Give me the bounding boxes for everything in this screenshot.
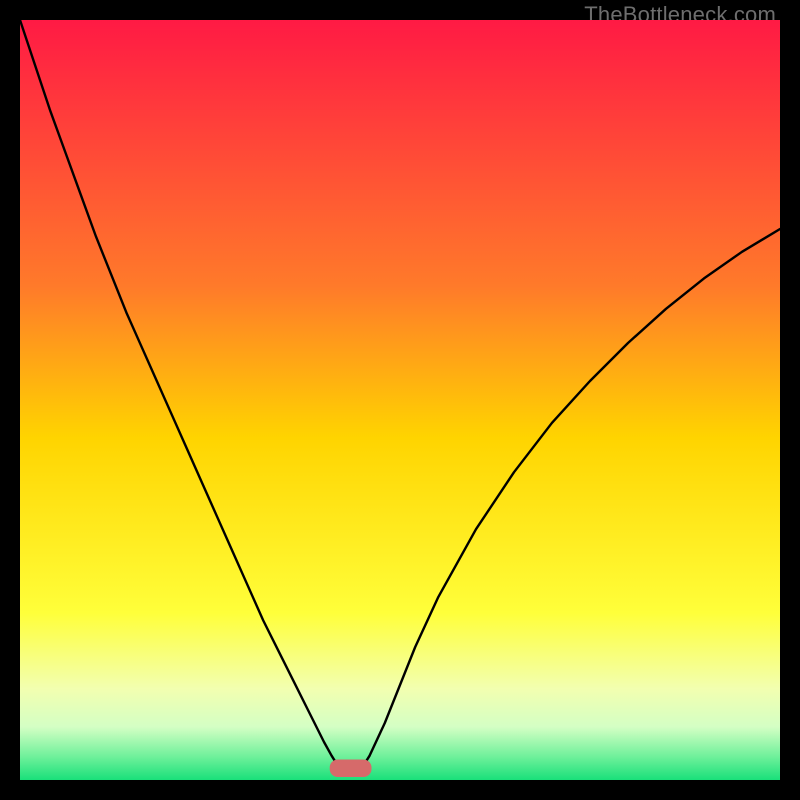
chart-frame: [20, 20, 780, 780]
bottleneck-chart: [20, 20, 780, 780]
optimal-marker: [330, 760, 372, 777]
chart-background: [20, 20, 780, 780]
